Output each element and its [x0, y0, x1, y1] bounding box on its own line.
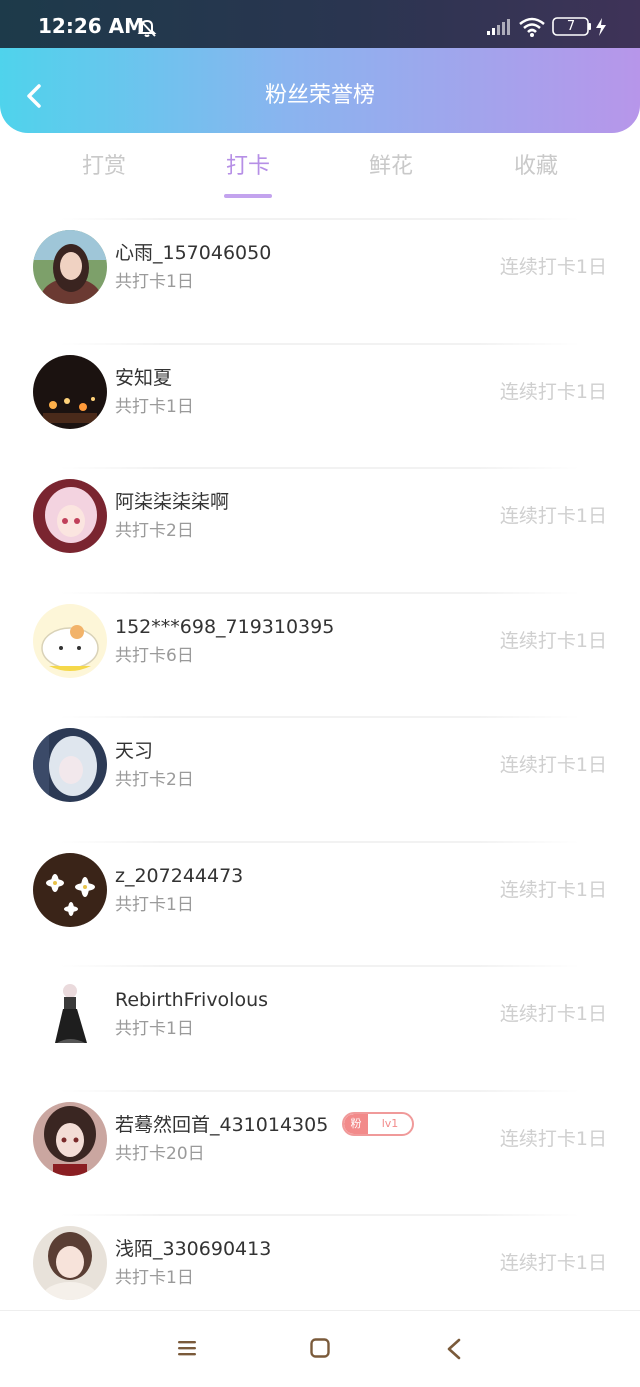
checkin-total: 共打卡1日 — [115, 272, 194, 292]
bell-muted-icon — [137, 18, 157, 37]
avatar[interactable] — [33, 354, 107, 429]
fan-badge-tag: 粉 — [344, 1113, 368, 1134]
system-nav-bar — [0, 1310, 640, 1387]
checkin-streak: 连续打卡1日 — [499, 629, 607, 652]
fan-list: 心雨_157046050 共打卡1日 连续打卡1日 安知夏 共打卡1日 连续打卡… — [0, 218, 640, 1339]
signal-icon — [487, 19, 510, 35]
tab-reward[interactable]: 打赏 — [54, 150, 154, 184]
user-name: 若蓦然回首_431014305 — [115, 1113, 329, 1136]
user-name: 阿柒柒柒柒啊 — [115, 491, 230, 513]
status-time: 12:26 AM — [38, 14, 145, 38]
list-item[interactable]: 天习 共打卡2日 连续打卡1日 — [0, 716, 640, 841]
tab-flowers[interactable]: 鲜花 — [341, 150, 441, 184]
checkin-total: 共打卡2日 — [115, 521, 194, 541]
wifi-icon — [519, 17, 545, 37]
avatar[interactable] — [33, 1226, 107, 1300]
checkin-total: 共打卡1日 — [115, 894, 194, 915]
charging-bolt-icon — [596, 18, 606, 36]
divider — [60, 342, 580, 345]
checkin-streak: 连续打卡1日 — [499, 1252, 607, 1274]
avatar[interactable] — [33, 728, 107, 802]
user-name: 天习 — [115, 740, 154, 762]
divider — [60, 218, 580, 220]
header-bar: 12:26 AM 7 粉丝荣誉榜 — [0, 0, 640, 133]
app-root: 12:26 AM 7 粉丝荣誉榜 打赏 打卡 鲜花 收藏 心雨_15704605… — [0, 0, 640, 1387]
checkin-total: 共打卡6日 — [115, 645, 194, 666]
tab-bar: 打赏 打卡 鲜花 收藏 — [0, 140, 640, 202]
divider — [60, 591, 580, 594]
fan-level-badge: 粉 lv1 — [342, 1111, 414, 1136]
divider — [60, 1089, 580, 1092]
user-name: 心雨_157046050 — [115, 242, 272, 264]
divider — [60, 716, 580, 718]
divider — [60, 965, 580, 967]
active-tab-indicator — [224, 194, 272, 198]
tab-checkin[interactable]: 打卡 — [198, 150, 298, 184]
battery-level: 7 — [566, 19, 576, 34]
user-name: 152***698_719310395 — [115, 615, 335, 638]
user-name: 安知夏 — [115, 366, 173, 389]
checkin-total: 共打卡1日 — [115, 1268, 194, 1288]
user-name: 浅陌_330690413 — [115, 1238, 272, 1260]
list-item[interactable]: 若蓦然回首_431014305 粉 lv1 共打卡20日 连续打卡1日 — [0, 1089, 640, 1215]
menu-icon[interactable] — [176, 1338, 198, 1358]
avatar[interactable] — [33, 230, 107, 304]
divider — [60, 840, 580, 843]
divider — [60, 1214, 580, 1216]
checkin-total: 共打卡20日 — [115, 1143, 205, 1164]
back-triangle-icon[interactable] — [444, 1338, 464, 1360]
checkin-total: 共打卡1日 — [115, 1019, 194, 1039]
checkin-total: 共打卡1日 — [115, 396, 194, 417]
checkin-streak: 连续打卡1日 — [499, 1003, 607, 1025]
checkin-streak: 连续打卡1日 — [499, 505, 607, 527]
checkin-streak: 连续打卡1日 — [499, 878, 607, 901]
avatar[interactable] — [33, 977, 107, 1051]
avatar[interactable] — [33, 603, 107, 678]
home-square-icon[interactable] — [309, 1337, 331, 1359]
page-title: 粉丝荣誉榜 — [264, 83, 375, 108]
status-bar: 12:26 AM 7 — [0, 0, 640, 48]
list-item[interactable]: RebirthFrivolous 共打卡1日 连续打卡1日 — [0, 965, 640, 1090]
fan-badge-level: lv1 — [381, 1116, 399, 1130]
avatar[interactable] — [33, 1101, 107, 1176]
avatar[interactable] — [33, 479, 107, 553]
divider — [60, 467, 580, 469]
list-item[interactable]: 阿柒柒柒柒啊 共打卡2日 连续打卡1日 — [0, 467, 640, 592]
list-item[interactable]: z_207244473 共打卡1日 连续打卡1日 — [0, 840, 640, 966]
user-name: RebirthFrivolous — [115, 989, 269, 1011]
list-item[interactable]: 152***698_719310395 共打卡6日 连续打卡1日 — [0, 591, 640, 717]
tab-favorites[interactable]: 收藏 — [486, 150, 586, 184]
list-item[interactable]: 安知夏 共打卡1日 连续打卡1日 — [0, 342, 640, 468]
user-name: z_207244473 — [115, 864, 244, 887]
checkin-total: 共打卡2日 — [115, 770, 194, 790]
checkin-streak: 连续打卡1日 — [499, 754, 607, 776]
list-item[interactable]: 心雨_157046050 共打卡1日 连续打卡1日 — [0, 218, 640, 343]
checkin-streak: 连续打卡1日 — [499, 380, 607, 403]
checkin-streak: 连续打卡1日 — [499, 1127, 607, 1150]
checkin-streak: 连续打卡1日 — [499, 256, 607, 278]
avatar[interactable] — [33, 852, 107, 927]
